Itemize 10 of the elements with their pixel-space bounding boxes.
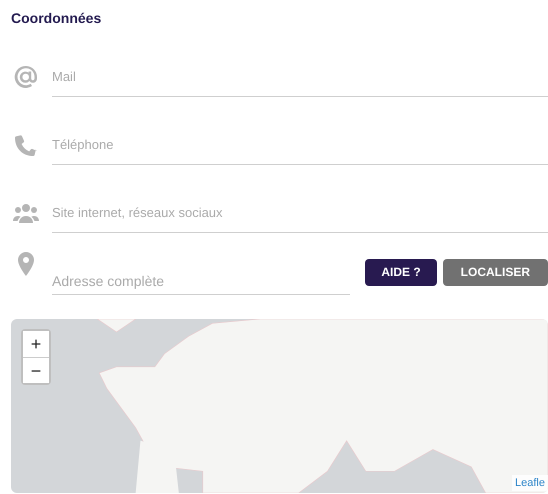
at-icon [12,63,40,91]
website-field[interactable]: Site internet, réseaux sociaux [52,198,548,233]
help-button[interactable]: AIDE ? [365,258,437,286]
attribution-link[interactable]: Leafle [512,474,548,491]
phone-field[interactable]: Téléphone [52,130,548,165]
zoom-out-button[interactable]: − [23,357,49,383]
email-field[interactable]: Mail [52,62,548,97]
locate-button[interactable]: LOCALISER [442,258,548,286]
map-view[interactable]: + − Leafle [11,319,548,493]
section-title: Coordonnées [11,9,102,28]
